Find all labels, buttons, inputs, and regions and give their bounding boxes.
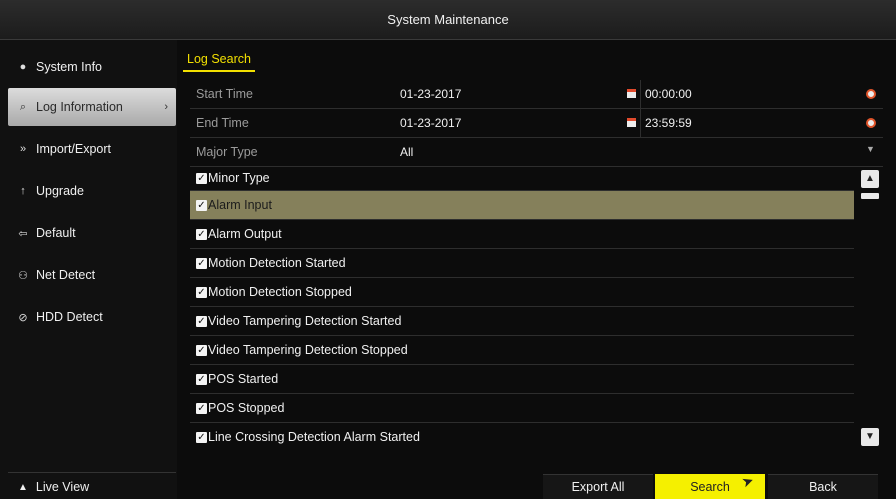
list-item-label: Motion Detection Stopped bbox=[208, 285, 352, 299]
scroll-thumb[interactable] bbox=[861, 193, 879, 199]
minor-type-list: ✓ Minor Type ✓ Alarm Input ✓ Alarm Outpu… bbox=[190, 166, 854, 450]
sidebar-divider bbox=[8, 472, 176, 473]
sidebar-item-label: Import/Export bbox=[36, 142, 112, 156]
start-date-field[interactable]: 01-23-2017 bbox=[400, 87, 461, 101]
live-view-button[interactable]: ▲ Live View bbox=[8, 475, 176, 499]
list-item[interactable]: ✓ POS Stopped bbox=[190, 394, 854, 423]
sidebar-item-upgrade[interactable]: ↑ Upgrade bbox=[8, 172, 176, 210]
tab-log-search[interactable]: Log Search bbox=[183, 48, 255, 72]
default-icon: ⇦ bbox=[18, 227, 28, 240]
scroll-up-icon[interactable]: ▲ bbox=[861, 170, 879, 188]
checkbox[interactable]: ✓ bbox=[196, 373, 207, 385]
checkbox[interactable]: ✓ bbox=[196, 172, 207, 184]
list-item-label: Video Tampering Detection Stopped bbox=[208, 343, 408, 357]
major-type-label: Major Type bbox=[196, 145, 258, 159]
minor-type-header[interactable]: ✓ Minor Type bbox=[190, 166, 854, 191]
major-type-row: Major Type All ▼ bbox=[190, 138, 883, 167]
sidebar-item-label: HDD Detect bbox=[36, 310, 103, 324]
major-type-select[interactable] bbox=[395, 138, 883, 167]
list-item-label: POS Stopped bbox=[208, 401, 285, 415]
sidebar-item-label: Upgrade bbox=[36, 184, 84, 198]
list-item[interactable]: ✓ Motion Detection Stopped bbox=[190, 278, 854, 307]
major-type-value: All bbox=[400, 145, 414, 159]
list-item-label: Motion Detection Started bbox=[208, 256, 346, 270]
calendar-icon[interactable] bbox=[627, 118, 636, 127]
checkbox[interactable]: ✓ bbox=[196, 199, 207, 211]
import-export-icon: » bbox=[19, 143, 27, 155]
log-search-icon: ⌕ bbox=[19, 100, 27, 113]
live-view-label: Live View bbox=[35, 480, 90, 494]
list-item[interactable]: ✓ Motion Detection Started bbox=[190, 249, 854, 278]
checkbox[interactable]: ✓ bbox=[196, 344, 207, 356]
list-item-label: Alarm Output bbox=[208, 227, 282, 241]
checkbox[interactable]: ✓ bbox=[196, 402, 207, 414]
list-item-label: Line Crossing Detection Alarm Started bbox=[208, 430, 420, 444]
sidebar-item-label: Default bbox=[36, 226, 76, 240]
tab-bar: Log Search bbox=[183, 48, 255, 72]
clock-icon[interactable] bbox=[866, 89, 876, 99]
sidebar-item-label: Log Information bbox=[36, 100, 123, 114]
calendar-icon[interactable] bbox=[627, 89, 636, 98]
sidebar-item-net-detect[interactable]: ⚇ Net Detect bbox=[8, 256, 176, 294]
sidebar: ● System Info ⌕ Log Information › » Impo… bbox=[0, 40, 177, 499]
list-item[interactable]: ✓ Video Tampering Detection Stopped bbox=[190, 336, 854, 365]
home-icon: ▲ bbox=[18, 481, 28, 493]
upgrade-icon: ↑ bbox=[20, 185, 26, 197]
hdd-icon: ⊘ bbox=[18, 311, 28, 324]
sidebar-item-system-info[interactable]: ● System Info bbox=[8, 48, 176, 86]
sidebar-item-log-information[interactable]: ⌕ Log Information › bbox=[8, 88, 176, 126]
back-button[interactable]: Back bbox=[768, 474, 878, 499]
checkbox[interactable]: ✓ bbox=[196, 286, 207, 298]
scroll-down-icon[interactable]: ▼ bbox=[861, 428, 879, 446]
checkbox[interactable]: ✓ bbox=[196, 257, 207, 269]
list-item[interactable]: ✓ Line Crossing Detection Alarm Started bbox=[190, 423, 854, 450]
sidebar-item-label: Net Detect bbox=[36, 268, 96, 282]
start-time-field[interactable]: 00:00:00 bbox=[645, 87, 692, 101]
clock-icon[interactable] bbox=[866, 118, 876, 128]
sidebar-item-default[interactable]: ⇦ Default bbox=[8, 214, 176, 252]
sidebar-item-hdd-detect[interactable]: ⊘ HDD Detect bbox=[8, 298, 176, 336]
end-time-label: End Time bbox=[196, 116, 249, 130]
scrollbar[interactable]: ▲ ▼ bbox=[857, 166, 883, 450]
field-divider bbox=[640, 109, 641, 138]
list-item[interactable]: ✓ POS Started bbox=[190, 365, 854, 394]
info-icon: ● bbox=[19, 61, 27, 73]
checkbox[interactable]: ✓ bbox=[196, 431, 207, 443]
start-time-row: Start Time 01-23-2017 00:00:00 bbox=[190, 80, 883, 109]
chevron-right-icon: › bbox=[164, 101, 168, 113]
field-divider bbox=[640, 80, 641, 109]
export-all-button[interactable]: Export All bbox=[543, 474, 653, 499]
sidebar-item-label: System Info bbox=[36, 60, 102, 74]
sidebar-item-import-export[interactable]: » Import/Export bbox=[8, 130, 176, 168]
checkbox[interactable]: ✓ bbox=[196, 315, 207, 327]
checkbox[interactable]: ✓ bbox=[196, 228, 207, 240]
end-date-field[interactable]: 01-23-2017 bbox=[400, 116, 461, 130]
end-time-row: End Time 01-23-2017 23:59:59 bbox=[190, 109, 883, 138]
chevron-down-icon[interactable]: ▼ bbox=[866, 144, 875, 154]
minor-type-header-label: Minor Type bbox=[208, 171, 270, 185]
footer-bar: Export All Search Back bbox=[177, 466, 896, 499]
start-time-label: Start Time bbox=[196, 87, 253, 101]
list-item-label: Video Tampering Detection Started bbox=[208, 314, 402, 328]
window-title: System Maintenance bbox=[0, 0, 896, 40]
list-item[interactable]: ✓ Video Tampering Detection Started bbox=[190, 307, 854, 336]
list-item[interactable]: ✓ Alarm Output bbox=[190, 220, 854, 249]
list-item[interactable]: ✓ Alarm Input bbox=[190, 191, 854, 220]
end-time-field[interactable]: 23:59:59 bbox=[645, 116, 692, 130]
list-item-label: POS Started bbox=[208, 372, 279, 386]
list-item-label: Alarm Input bbox=[208, 198, 272, 212]
network-icon: ⚇ bbox=[18, 269, 28, 282]
